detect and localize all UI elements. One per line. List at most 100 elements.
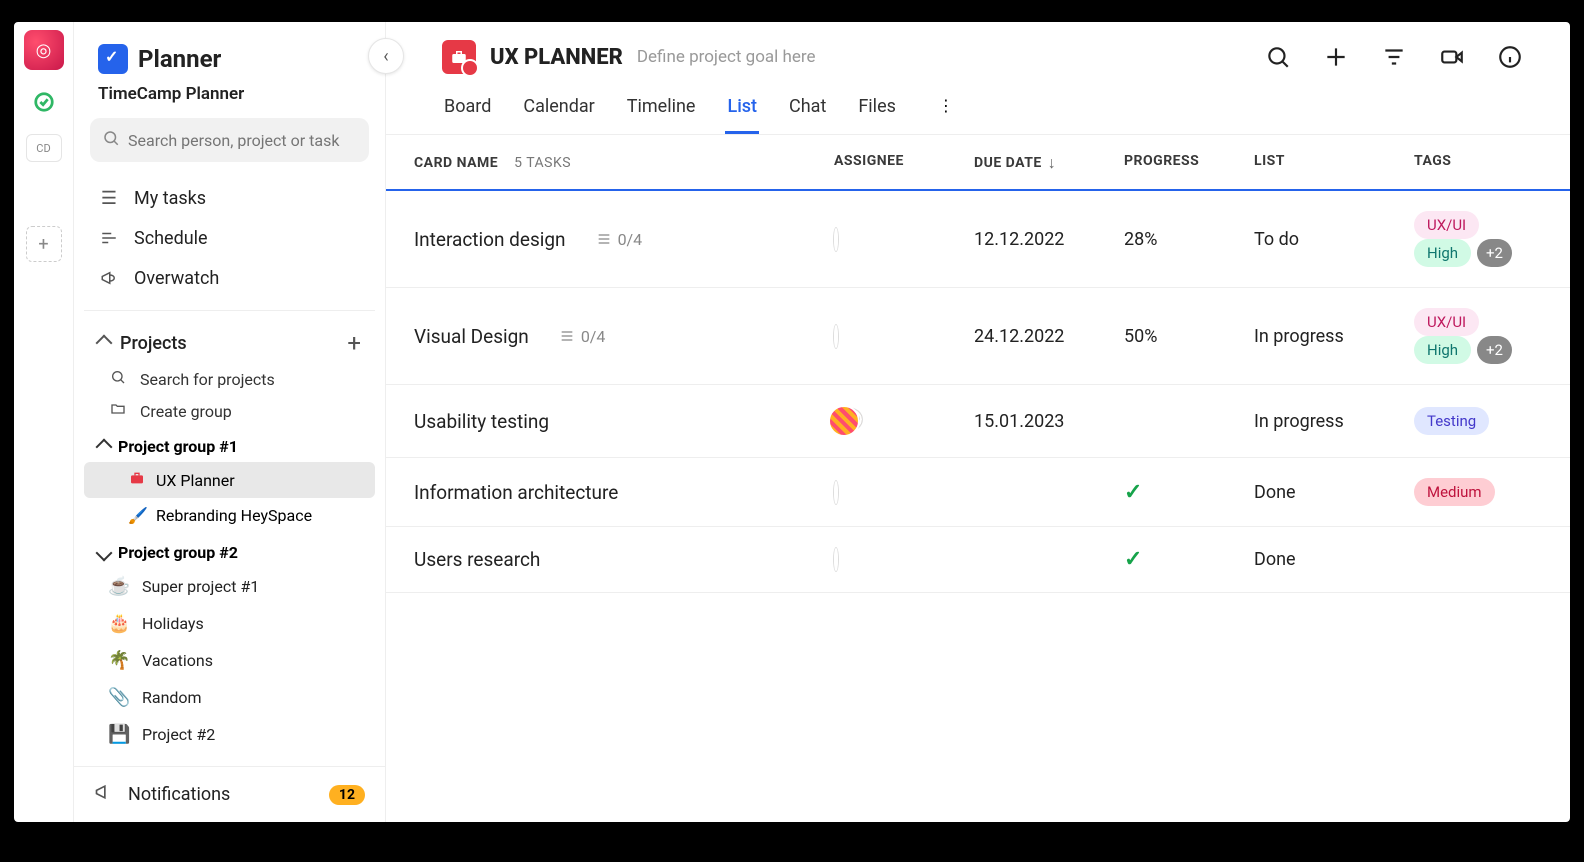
assignee-avatar[interactable] bbox=[834, 408, 862, 431]
brush-icon: 🖌️ bbox=[128, 506, 146, 525]
palm-icon: 🌴 bbox=[108, 650, 130, 671]
project-item[interactable]: 🎂Holidays bbox=[84, 605, 375, 642]
nav-label: Overwatch bbox=[134, 268, 219, 289]
tab-timeline[interactable]: Timeline bbox=[625, 88, 698, 134]
subtask-count: 0/4 bbox=[596, 230, 643, 249]
table-row[interactable]: Visual Design0/424.12.202250%In progress… bbox=[386, 288, 1570, 385]
calendar-icon: 🎂 bbox=[108, 613, 130, 634]
progress-value: 50% bbox=[1124, 326, 1254, 347]
proj-action-label: Search for projects bbox=[140, 370, 275, 389]
assignee-avatar[interactable] bbox=[834, 228, 838, 251]
rail-workspace-badge[interactable]: CD bbox=[26, 134, 62, 162]
header-add-button[interactable] bbox=[1322, 43, 1350, 71]
nav-label: My tasks bbox=[134, 188, 206, 209]
project-item[interactable]: 💾 Project #2 bbox=[84, 716, 375, 753]
project-item[interactable]: 📎Random bbox=[84, 679, 375, 716]
check-icon: ✓ bbox=[1124, 480, 1142, 505]
project-ux-planner[interactable]: UX Planner bbox=[84, 462, 375, 498]
add-project-button[interactable]: + bbox=[347, 329, 361, 357]
table-row[interactable]: Information architecture✓DoneMedium bbox=[386, 458, 1570, 527]
search-icon bbox=[102, 129, 120, 151]
col-assignee[interactable]: ASSIGNEE bbox=[834, 153, 974, 173]
col-card-name[interactable]: CARD NAME bbox=[414, 155, 498, 171]
rail-add-workspace[interactable]: + bbox=[26, 226, 62, 262]
notifications-count: 12 bbox=[329, 785, 365, 805]
col-list[interactable]: LIST bbox=[1254, 153, 1414, 173]
table-row[interactable]: Interaction design0/412.12.202228%To doU… bbox=[386, 191, 1570, 288]
nav-my-tasks[interactable]: ☰ My tasks bbox=[84, 178, 375, 218]
logo-mark-icon bbox=[98, 44, 128, 74]
list-status: In progress bbox=[1254, 326, 1414, 347]
header-search-button[interactable] bbox=[1264, 43, 1292, 71]
chevron-up-icon bbox=[96, 335, 113, 352]
table-row[interactable]: Users research✓Done bbox=[386, 527, 1570, 593]
project-rebranding[interactable]: 🖌️ Rebranding HeySpace bbox=[84, 498, 375, 533]
list-status: In progress bbox=[1254, 411, 1414, 432]
group-label: Project group #2 bbox=[118, 543, 238, 562]
project-goal-placeholder[interactable]: Define project goal here bbox=[637, 47, 816, 67]
tag[interactable]: UX/UI bbox=[1414, 211, 1479, 239]
project-group-2[interactable]: Project group #2 bbox=[84, 533, 375, 568]
header-video-button[interactable] bbox=[1438, 43, 1466, 71]
nav-overwatch[interactable]: Overwatch bbox=[84, 258, 375, 298]
project-group-1[interactable]: Project group #1 bbox=[84, 427, 375, 462]
col-tags[interactable]: TAGS bbox=[1414, 153, 1542, 173]
sidebar-search[interactable] bbox=[90, 118, 369, 162]
collapse-sidebar-button[interactable]: ‹ bbox=[368, 38, 404, 74]
search-projects[interactable]: Search for projects bbox=[84, 363, 375, 395]
tab-calendar[interactable]: Calendar bbox=[521, 88, 596, 134]
rail-app-2[interactable] bbox=[24, 82, 64, 122]
tag-more[interactable]: +2 bbox=[1477, 336, 1512, 364]
create-group[interactable]: Create group bbox=[84, 395, 375, 427]
project-item[interactable]: ☕Super project #1 bbox=[84, 568, 375, 605]
notifications-row[interactable]: Notifications 12 bbox=[74, 766, 385, 822]
rail-app-1[interactable]: ◎ bbox=[24, 30, 64, 70]
group-label: Project group #1 bbox=[118, 437, 238, 456]
timeline-icon bbox=[98, 229, 120, 247]
list-status: Done bbox=[1254, 549, 1414, 570]
app-logo: Planner bbox=[98, 44, 361, 74]
project-label: Super project #1 bbox=[142, 577, 259, 596]
tags-cell: UX/UIHigh+2 bbox=[1414, 308, 1542, 364]
projects-toggle[interactable]: Projects bbox=[98, 333, 187, 354]
tag[interactable]: High bbox=[1414, 336, 1471, 364]
tag[interactable]: Medium bbox=[1414, 478, 1495, 506]
project-icon bbox=[442, 40, 476, 74]
search-input[interactable] bbox=[128, 131, 357, 150]
project-label: UX Planner bbox=[156, 471, 235, 490]
save-icon: 💾 bbox=[108, 724, 130, 745]
task-count: 5 TASKS bbox=[514, 155, 571, 171]
projects-label: Projects bbox=[120, 333, 187, 354]
tags-cell: Testing bbox=[1414, 407, 1542, 435]
project-item[interactable]: 🌴Vacations bbox=[84, 642, 375, 679]
due-date: 12.12.2022 bbox=[974, 229, 1124, 250]
header-info-button[interactable] bbox=[1496, 43, 1524, 71]
sidebar: Planner TimeCamp Planner ☰ My tasks Sche… bbox=[74, 22, 386, 822]
assignee-avatar[interactable] bbox=[834, 325, 838, 348]
tab-board[interactable]: Board bbox=[442, 88, 493, 134]
header-filter-button[interactable] bbox=[1380, 43, 1408, 71]
tab-files[interactable]: Files bbox=[856, 88, 898, 134]
main-panel: ‹ UX PLANNER Define project goal here Bo… bbox=[386, 22, 1570, 822]
tab-more-button[interactable]: ⋮ bbox=[926, 88, 966, 134]
tag[interactable]: UX/UI bbox=[1414, 308, 1479, 336]
col-due-date[interactable]: DUE DATE ↓ bbox=[974, 153, 1124, 173]
tag[interactable]: High bbox=[1414, 239, 1471, 267]
col-progress[interactable]: PROGRESS bbox=[1124, 153, 1254, 173]
tag-more[interactable]: +2 bbox=[1477, 239, 1512, 267]
tab-list[interactable]: List bbox=[725, 88, 759, 134]
assignee-avatar[interactable] bbox=[834, 481, 838, 504]
table-row[interactable]: Usability testing15.01.2023In progressTe… bbox=[386, 385, 1570, 458]
nav-schedule[interactable]: Schedule bbox=[84, 218, 375, 258]
sidebar-divider bbox=[84, 310, 375, 311]
app-subtitle: TimeCamp Planner bbox=[74, 84, 385, 104]
tab-chat[interactable]: Chat bbox=[787, 88, 828, 134]
tags-cell: UX/UIHigh+2 bbox=[1414, 211, 1542, 267]
briefcase-icon bbox=[128, 470, 146, 490]
assignee-avatar[interactable] bbox=[834, 548, 838, 571]
tag[interactable]: Testing bbox=[1414, 407, 1489, 435]
due-date: 24.12.2022 bbox=[974, 326, 1124, 347]
task-name: Usability testing bbox=[414, 410, 549, 433]
task-name: Visual Design bbox=[414, 325, 529, 348]
project-label: Project #2 bbox=[142, 725, 215, 744]
